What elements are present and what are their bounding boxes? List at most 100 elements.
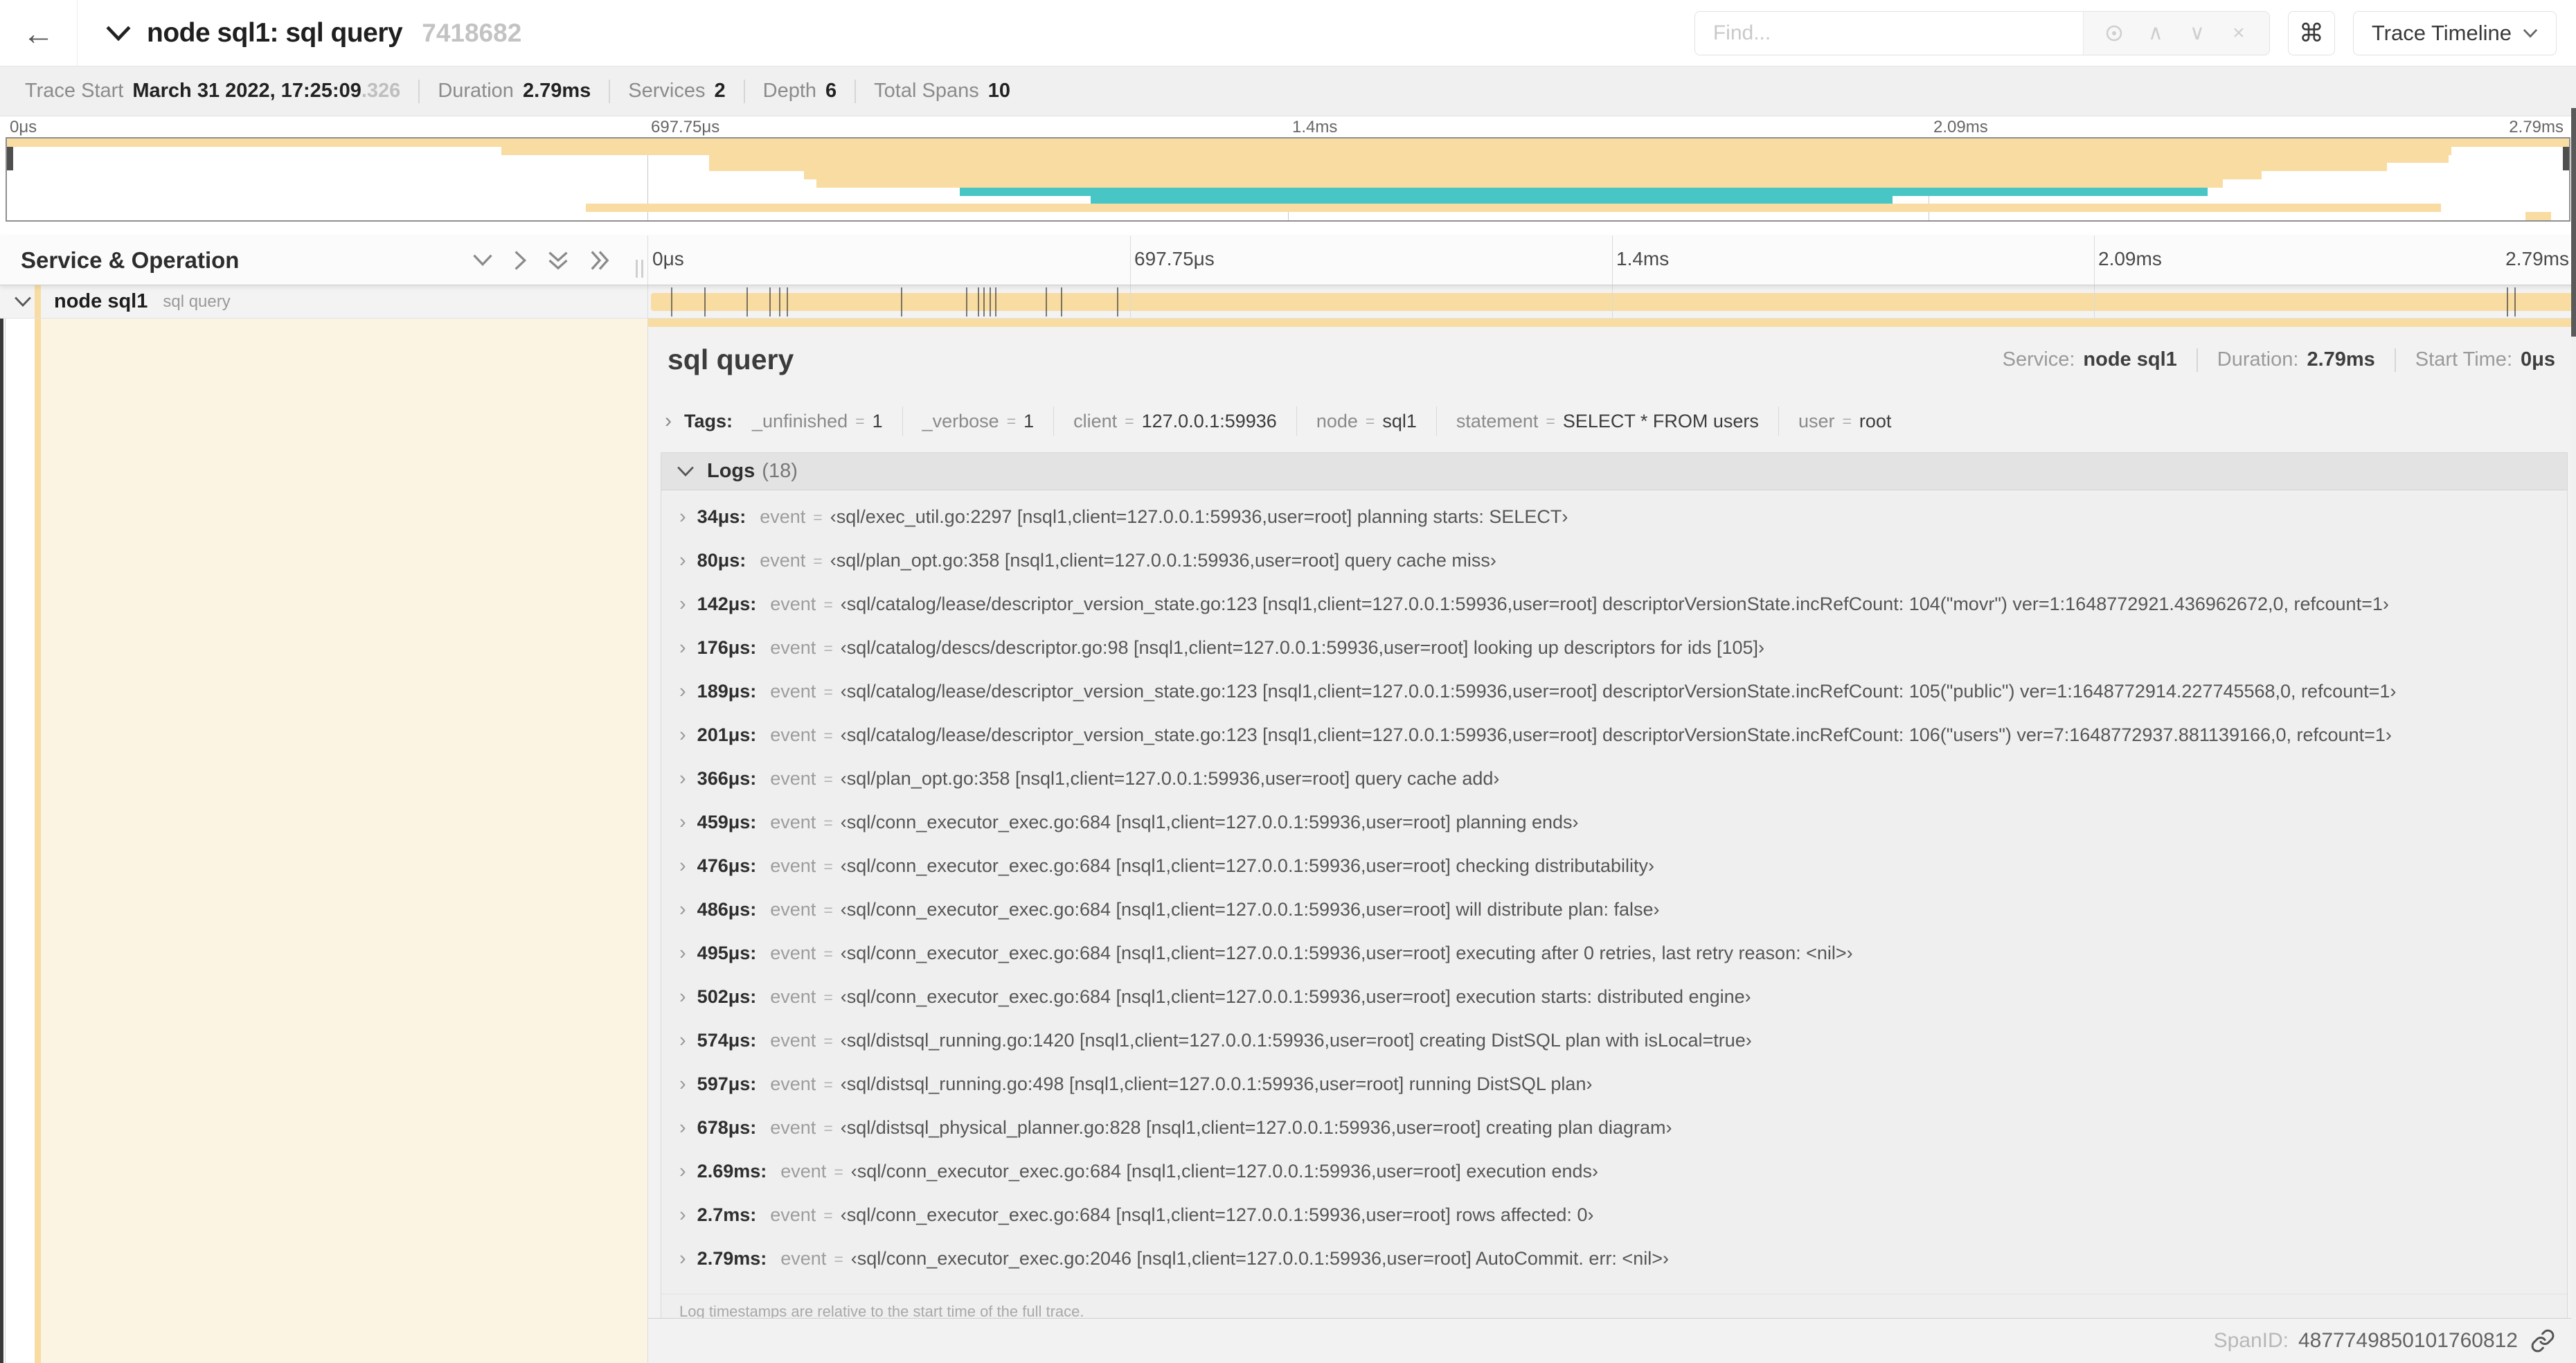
log-entry-row[interactable]: › 142μs: event = ‹sql/catalog/lease/desc… <box>661 593 2567 636</box>
log-field-name: event <box>760 506 806 527</box>
log-marker-tick <box>989 287 991 317</box>
log-entry-row[interactable]: › 366μs: event = ‹sql/plan_opt.go:358 [n… <box>661 767 2567 811</box>
log-marker-tick <box>2506 287 2508 317</box>
timeline-gridline <box>1130 235 1131 285</box>
collapse-one-icon[interactable] <box>472 253 493 267</box>
collapse-all-icon[interactable] <box>105 25 132 42</box>
expand-one-icon[interactable] <box>514 250 527 271</box>
log-marker-tick <box>704 287 706 317</box>
log-timestamp: 2.7ms: <box>697 1204 757 1225</box>
span-id-value: 4877749850101760812 <box>2298 1329 2518 1352</box>
tag-value: 1 <box>872 410 883 431</box>
log-entry-row[interactable]: › 459μs: event = ‹sql/conn_executor_exec… <box>661 811 2567 855</box>
log-entry-row[interactable]: › 176μs: event = ‹sql/catalog/descs/desc… <box>661 636 2567 680</box>
find-input[interactable] <box>1694 11 2083 55</box>
scrollbar-thumb[interactable] <box>2571 108 2576 337</box>
log-value: ‹sql/conn_executor_exec.go:684 [nsql1,cl… <box>850 1161 1598 1182</box>
timeline-tick-label: 1.4ms <box>1292 118 1338 136</box>
chevron-right-icon: › <box>679 855 686 877</box>
timeline-gridline <box>2094 285 2095 318</box>
log-entry-row[interactable]: › 486μs: event = ‹sql/conn_executor_exec… <box>661 898 2567 942</box>
log-entry-row[interactable]: › 80μs: event = ‹sql/plan_opt.go:358 [ns… <box>661 549 2567 593</box>
meta-label: Service: <box>2002 348 2075 371</box>
page-title: node sql1: sql query <box>147 17 403 48</box>
chevron-right-icon: › <box>679 724 686 746</box>
log-value: ‹sql/conn_executor_exec.go:684 [nsql1,cl… <box>840 943 1853 963</box>
prev-match-button[interactable]: ∧ <box>2135 12 2176 55</box>
log-entry-row[interactable]: › 476μs: event = ‹sql/conn_executor_exec… <box>661 855 2567 898</box>
log-field-name: event <box>770 637 816 658</box>
chevron-right-icon: › <box>679 593 686 615</box>
chevron-right-icon: › <box>679 767 686 790</box>
clear-search-button[interactable]: × <box>2218 12 2260 55</box>
summary-label: Services <box>628 80 706 102</box>
log-field-name: event <box>770 1074 816 1094</box>
span-detail-region: sql query Service: node sql1 Duration: 2… <box>0 319 2576 1363</box>
service-operation-header: Service & Operation <box>0 235 647 285</box>
tags-row[interactable]: › Tags: _unfinished = 1 _verbose = 1 cli… <box>648 391 2576 451</box>
summary-label: Duration <box>438 80 514 102</box>
log-entry-row[interactable]: › 2.79ms: event = ‹sql/conn_executor_exe… <box>661 1247 2567 1291</box>
copy-link-button[interactable] <box>2530 1328 2555 1353</box>
minimap-span-bar <box>2525 212 2552 220</box>
meta-value: node sql1 <box>2083 348 2177 371</box>
next-match-button[interactable]: ∨ <box>2176 12 2218 55</box>
minimap-tick-labels: 0μs 697.75μs 1.4ms 2.09ms 2.79ms <box>6 116 2570 137</box>
log-entry-row[interactable]: › 678μs: event = ‹sql/distsql_physical_p… <box>661 1116 2567 1160</box>
span-bar-strip <box>648 319 2576 327</box>
log-entry-row[interactable]: › 189μs: event = ‹sql/catalog/lease/desc… <box>661 680 2567 724</box>
tag-item: _unfinished = 1 <box>752 411 883 432</box>
log-field-name: event <box>780 1248 827 1269</box>
tag-key: _unfinished <box>752 410 848 431</box>
logs-header[interactable]: Logs (18) <box>661 453 2567 490</box>
log-entry-row[interactable]: › 574μs: event = ‹sql/distsql_running.go… <box>661 1029 2567 1073</box>
log-marker-tick <box>787 287 789 317</box>
detail-meta-item: Service: node sql1 <box>2003 348 2177 371</box>
left-edge-bar <box>0 319 3 1363</box>
timeline-gridline <box>1612 235 1613 285</box>
chevron-right-icon: › <box>679 1073 686 1095</box>
log-field-name: event <box>770 768 816 789</box>
log-timestamp: 678μs: <box>697 1117 757 1138</box>
log-entry-row[interactable]: › 2.7ms: event = ‹sql/conn_executor_exec… <box>661 1204 2567 1247</box>
keyboard-shortcuts-button[interactable]: ⌘ <box>2287 10 2335 55</box>
minimap-span-bar <box>1091 195 1893 204</box>
tag-item: statement = SELECT * FROM users <box>1417 407 1759 436</box>
log-field-name: event <box>770 1117 816 1138</box>
chevron-right-icon: › <box>679 811 686 833</box>
minimap-canvas[interactable] <box>6 137 2570 222</box>
log-value: ‹sql/catalog/lease/descriptor_version_st… <box>840 724 2392 745</box>
back-button[interactable]: ← <box>0 0 78 66</box>
tag-value: 127.0.0.1:59936 <box>1141 410 1277 431</box>
log-marker-tick <box>983 287 985 317</box>
chevron-right-icon: › <box>679 1160 686 1182</box>
log-entry-row[interactable]: › 201μs: event = ‹sql/catalog/lease/desc… <box>661 724 2567 767</box>
log-timestamp: 495μs: <box>697 943 757 963</box>
trace-id: 7418682 <box>422 18 522 47</box>
chevron-right-icon: › <box>679 942 686 964</box>
collapse-all-chevrons-icon[interactable] <box>548 250 569 271</box>
span-row[interactable]: node sql1 sql query <box>0 285 2576 319</box>
log-marker-tick <box>779 287 781 317</box>
expand-all-chevrons-icon[interactable] <box>589 250 610 271</box>
log-entry-row[interactable]: › 34μs: event = ‹sql/exec_util.go:2297 [… <box>661 506 2567 549</box>
span-collapse-icon[interactable] <box>14 296 32 308</box>
column-resizer-handle[interactable] <box>636 260 643 278</box>
scrollbar-track[interactable] <box>2571 66 2576 1363</box>
minimap-span-bar <box>816 179 2224 188</box>
view-selector-button[interactable]: Trace Timeline <box>2352 10 2557 55</box>
logs-title: Logs <box>707 460 755 482</box>
log-marker-tick <box>746 287 748 317</box>
scroll-to-match-button[interactable] <box>2093 12 2135 55</box>
log-entry-row[interactable]: › 597μs: event = ‹sql/distsql_running.go… <box>661 1073 2567 1116</box>
log-entry-row[interactable]: › 495μs: event = ‹sql/conn_executor_exec… <box>661 942 2567 986</box>
log-entry-row[interactable]: › 502μs: event = ‹sql/conn_executor_exec… <box>661 986 2567 1029</box>
log-marker-tick <box>978 287 980 317</box>
service-operation-title: Service & Operation <box>21 247 240 273</box>
log-marker-tick <box>1060 287 1062 317</box>
log-entry-row[interactable]: › 2.69ms: event = ‹sql/conn_executor_exe… <box>661 1160 2567 1204</box>
find-group: ∧ ∨ × <box>1694 10 2270 55</box>
log-marker-tick <box>995 287 997 317</box>
timeline-tick-label: 697.75μs <box>651 118 720 136</box>
close-icon: × <box>2233 21 2245 44</box>
